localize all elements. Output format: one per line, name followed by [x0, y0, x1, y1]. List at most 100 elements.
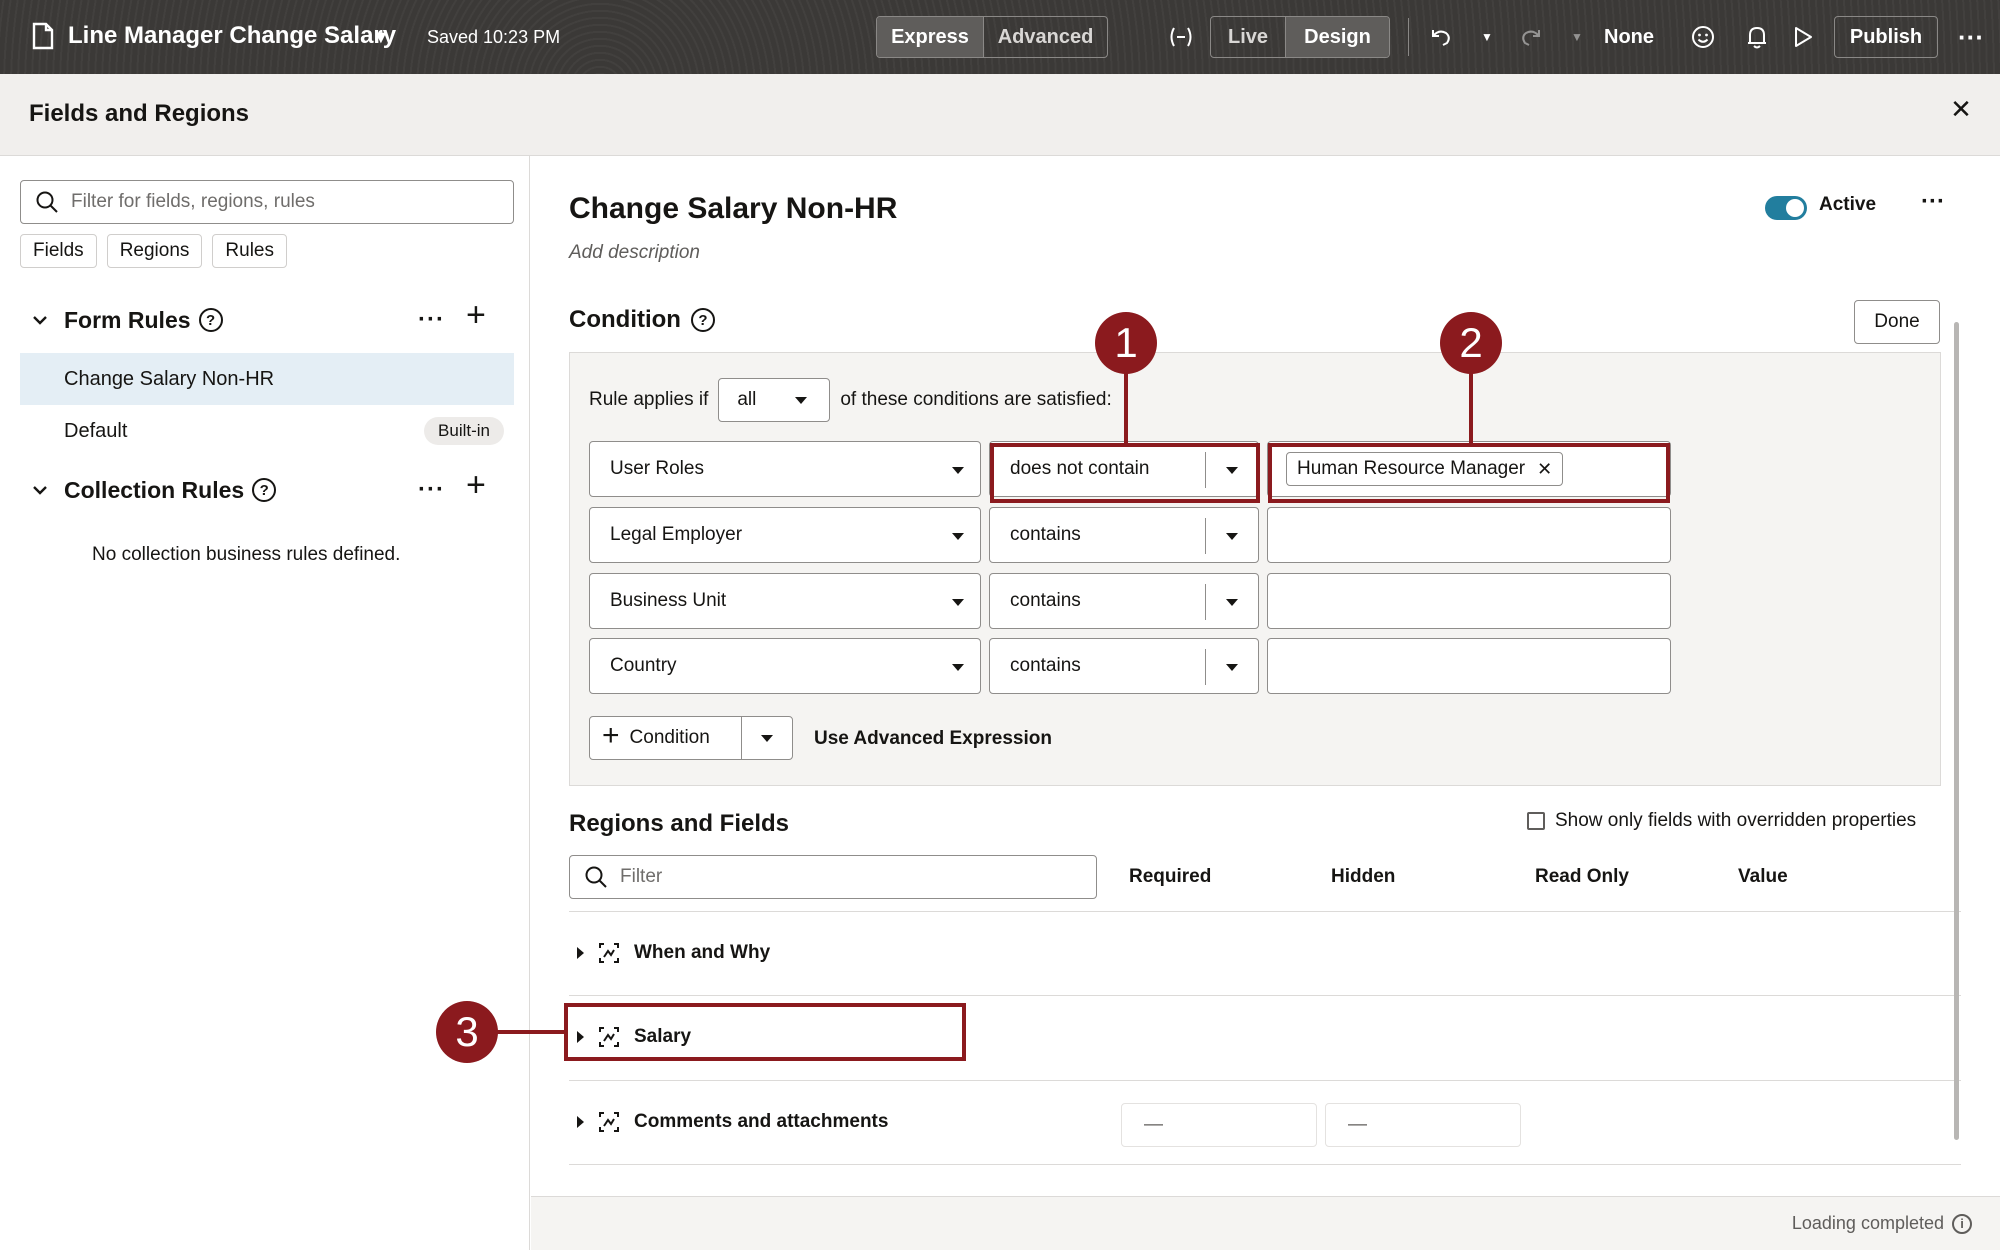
more-icon[interactable]: ··· [1956, 22, 1986, 52]
chevron-right-icon[interactable] [577, 947, 584, 959]
search-icon [36, 191, 58, 213]
condition-title-text: Condition [569, 306, 681, 333]
active-toggle[interactable] [1765, 196, 1807, 220]
add-rule-icon[interactable]: + [466, 296, 486, 335]
filter-chips: Fields Regions Rules [20, 234, 287, 268]
publish-button[interactable]: Publish [1834, 16, 1938, 58]
search-icon [585, 866, 607, 888]
condition-operator-select[interactable]: contains [989, 573, 1259, 629]
done-button[interactable]: Done [1854, 300, 1940, 344]
help-icon[interactable]: ? [198, 308, 223, 332]
condition-row: Business Unit contains [589, 573, 1689, 629]
active-label: Active [1819, 194, 1877, 215]
condition-row: Legal Employer contains [589, 507, 1689, 563]
undo-dropdown-icon[interactable]: ▼ [1472, 22, 1502, 52]
applies-select[interactable]: all [718, 378, 831, 422]
required-select[interactable]: — [1121, 1103, 1317, 1147]
toolbar-divider [1408, 18, 1409, 56]
chevron-down-icon[interactable] [1226, 599, 1238, 606]
condition-value-input[interactable] [1267, 638, 1671, 694]
tab-advanced[interactable]: Advanced [983, 17, 1107, 57]
more-icon[interactable]: ··· [1921, 188, 1945, 216]
form-rules-header[interactable]: Form Rules ? ··· + [32, 296, 502, 338]
more-icon[interactable]: ··· [418, 476, 445, 504]
callout-1: 1 [1095, 312, 1157, 374]
add-condition-main[interactable]: + Condition [590, 717, 742, 759]
condition-field-select[interactable]: User Roles [589, 441, 981, 497]
help-icon[interactable]: ? [690, 308, 715, 332]
loading-status: Loading completed i [1792, 1213, 1972, 1234]
none-selector[interactable]: None [1604, 24, 1654, 50]
add-condition-label: Condition [629, 727, 710, 748]
collection-rules-header[interactable]: Collection Rules ? ··· + [32, 466, 502, 508]
rule-item-label: Default [64, 419, 128, 442]
chip-rules[interactable]: Rules [212, 234, 287, 268]
scrollbar-thumb[interactable] [1954, 322, 1959, 1140]
condition-value-input[interactable] [1267, 507, 1671, 563]
app-title[interactable]: Line Manager Change Salary [68, 18, 396, 54]
chevron-down-icon[interactable] [1226, 664, 1238, 671]
help-icon[interactable]: ? [252, 478, 277, 502]
chevron-down-icon[interactable] [1226, 533, 1238, 540]
add-condition-dropdown[interactable] [742, 717, 792, 759]
condition-field-value: Country [610, 655, 677, 676]
feedback-smiley-icon[interactable] [1688, 22, 1718, 52]
add-condition-button[interactable]: + Condition [589, 716, 793, 760]
undo-icon[interactable] [1426, 22, 1456, 52]
plus-icon: + [602, 719, 620, 752]
preview-play-icon[interactable] [1788, 22, 1818, 52]
add-rule-icon[interactable]: + [466, 466, 486, 505]
region-icon [599, 943, 619, 963]
title-dropdown-icon[interactable]: ▼ [372, 24, 390, 50]
chevron-down-icon[interactable] [32, 480, 56, 501]
condition-value-input[interactable] [1267, 573, 1671, 629]
chip-regions[interactable]: Regions [106, 234, 203, 268]
more-icon[interactable]: ··· [418, 306, 445, 334]
expression-icon[interactable] [1166, 22, 1196, 52]
info-icon[interactable]: i [1952, 1213, 1972, 1234]
show-only-label: Show only fields with overridden propert… [1555, 810, 1917, 831]
callout-pointer [1469, 370, 1473, 445]
show-only-checkbox[interactable] [1527, 812, 1545, 830]
regions-filter-input[interactable] [620, 866, 1060, 888]
highlight-value [1268, 443, 1670, 503]
regions-fields-title: Regions and Fields [569, 810, 790, 837]
tab-express[interactable]: Express [877, 17, 983, 57]
condition-title: Condition ? [569, 306, 715, 334]
region-row-when-and-why[interactable]: When and Why [569, 911, 1961, 995]
chevron-down-icon[interactable] [32, 310, 56, 331]
tab-live[interactable]: Live [1211, 17, 1285, 57]
applies-value: all [737, 389, 757, 410]
highlight-salary-region [564, 1003, 966, 1061]
chevron-right-icon[interactable] [577, 1116, 584, 1128]
mode-switch: Express Advanced [876, 16, 1108, 58]
hidden-select[interactable]: — [1325, 1103, 1521, 1147]
rule-item-default[interactable]: Default Built-in [20, 405, 514, 457]
saved-status: Saved 10:23 PM [427, 26, 561, 47]
close-icon[interactable]: ✕ [1946, 94, 1976, 124]
highlight-operator [990, 443, 1260, 503]
rule-item-change-salary-non-hr[interactable]: Change Salary Non-HR [20, 353, 514, 405]
chip-fields[interactable]: Fields [20, 234, 97, 268]
condition-operator-select[interactable]: contains [989, 638, 1259, 694]
notifications-bell-icon[interactable] [1742, 22, 1772, 52]
condition-field-select[interactable]: Business Unit [589, 573, 981, 629]
chevron-down-icon [952, 599, 964, 606]
scrollbar[interactable] [1951, 306, 1961, 1166]
advanced-expression-link[interactable]: Use Advanced Expression [814, 728, 1052, 750]
condition-field-select[interactable]: Legal Employer [589, 507, 981, 563]
add-description[interactable]: Add description [569, 242, 700, 264]
redo-dropdown-icon[interactable]: ▼ [1562, 22, 1592, 52]
condition-operator-select[interactable]: contains [989, 507, 1259, 563]
sidebar-search-input[interactable] [71, 191, 491, 213]
condition-operator-value: contains [1010, 524, 1081, 545]
callout-3: 3 [436, 1001, 498, 1063]
redo-icon[interactable] [1516, 22, 1546, 52]
rule-title[interactable]: Change Salary Non-HR [569, 192, 897, 226]
collection-empty-message: No collection business rules defined. [92, 544, 401, 565]
region-row-comments-and-attachments[interactable]: Comments and attachments — — [569, 1080, 1961, 1164]
tab-design[interactable]: Design [1285, 17, 1389, 57]
condition-field-select[interactable]: Country [589, 638, 981, 694]
show-only-overridden[interactable]: Show only fields with overridden propert… [1527, 810, 1916, 832]
rule-item-label: Change Salary Non-HR [64, 367, 275, 390]
